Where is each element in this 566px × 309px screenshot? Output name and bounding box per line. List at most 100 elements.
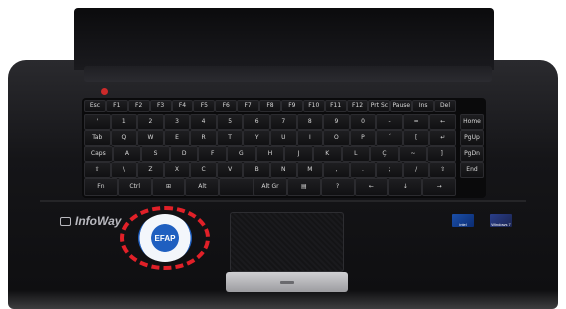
key-row0-5[interactable]: F5 — [193, 100, 216, 112]
key-row2-3[interactable]: E — [163, 130, 191, 146]
key-row4-12[interactable]: / — [402, 162, 430, 178]
key-row0-2[interactable]: F2 — [127, 100, 150, 112]
key-row0-10[interactable]: F10 — [302, 100, 325, 112]
key-row4-13[interactable]: ⇧ — [429, 162, 456, 178]
hinge — [84, 66, 492, 82]
key-row1-4[interactable]: 4 — [190, 114, 217, 130]
key-row1-12[interactable]: = — [402, 114, 430, 130]
key-row2-1[interactable]: Q — [110, 130, 138, 146]
key-row4-6[interactable]: B — [243, 162, 270, 178]
key-row0-12[interactable]: F12 — [346, 100, 369, 112]
key-row2-8[interactable]: I — [296, 130, 324, 146]
palmrest — [40, 200, 526, 202]
key-row0-0[interactable]: Esc — [84, 100, 106, 112]
key-row1-10[interactable]: 0 — [349, 114, 377, 130]
key-row1-5[interactable]: 5 — [216, 114, 244, 130]
key-row2-5[interactable]: T — [216, 130, 244, 146]
key-row0-9[interactable]: F9 — [280, 100, 303, 112]
brand-logo: InfoWay — [60, 214, 121, 228]
key-row2-4[interactable]: R — [190, 130, 217, 146]
side-key-3[interactable]: End — [460, 162, 484, 178]
efap-badge: EFAP — [138, 214, 192, 262]
key-row0-11[interactable]: F11 — [324, 100, 347, 112]
key-row2-9[interactable]: O — [323, 130, 350, 146]
key-row2-12[interactable]: [ — [402, 130, 430, 146]
key-row4-8[interactable]: M — [296, 162, 324, 178]
key-row4-5[interactable]: V — [216, 162, 244, 178]
bottom-edge — [0, 290, 566, 309]
key-row3-12[interactable]: ] — [427, 146, 456, 162]
key-row3-2[interactable]: S — [141, 146, 170, 162]
key-row4-7[interactable]: N — [270, 162, 297, 178]
key-row0-8[interactable]: F8 — [259, 100, 281, 112]
intel-sticker-label: intel — [459, 222, 467, 227]
keyboard: Esc F1 F2 F3 F4 F5 F6 F7 F8 F9 F10 F11 F12 Prt Sc Paus… — [82, 98, 486, 198]
key-row3-9[interactable]: L — [341, 146, 371, 162]
key-row0-4[interactable]: F4 — [171, 100, 194, 112]
side-key-1[interactable]: PgUp — [460, 130, 484, 146]
key-row1-11[interactable]: - — [376, 114, 403, 130]
key-row5-5[interactable]: Alt Gr — [253, 178, 287, 196]
key-row1-3[interactable]: 3 — [163, 114, 191, 130]
key-row3-5[interactable]: G — [227, 146, 256, 162]
key-row3-7[interactable]: J — [284, 146, 313, 162]
key-row1-8[interactable]: 8 — [296, 114, 324, 130]
key-row4-10[interactable]: . — [349, 162, 377, 178]
key-row2-6[interactable]: Y — [243, 130, 270, 146]
brand-mark-icon — [60, 216, 71, 226]
key-row2-0[interactable]: Tab — [84, 130, 111, 146]
key-row1-13[interactable]: ← — [429, 114, 456, 130]
key-row1-2[interactable]: 2 — [137, 114, 164, 130]
brand-name: InfoWay — [75, 214, 122, 228]
key-row2-11[interactable]: ´ — [376, 130, 403, 146]
key-row3-6[interactable]: H — [255, 146, 285, 162]
key-row5-7[interactable]: ? — [320, 178, 355, 196]
key-row2-7[interactable]: U — [270, 130, 297, 146]
key-row3-10[interactable]: Ç — [370, 146, 399, 162]
key-row5-3[interactable]: Alt — [185, 178, 220, 196]
key-row1-1[interactable]: 1 — [110, 114, 138, 130]
key-row5-0[interactable]: Fn — [84, 178, 118, 196]
key-row1-6[interactable]: 6 — [243, 114, 270, 130]
intel-sticker: intel — [452, 214, 474, 227]
touchpad[interactable] — [230, 212, 344, 272]
key-row4-2[interactable]: Z — [137, 162, 164, 178]
key-row4-9[interactable]: , — [323, 162, 350, 178]
key-row0-15[interactable]: Ins — [412, 100, 435, 112]
key-row0-3[interactable]: F3 — [149, 100, 172, 112]
power-button-icon[interactable] — [101, 88, 108, 95]
key-row2-13[interactable]: ↵ — [429, 130, 456, 146]
key-row4-1[interactable]: \ — [110, 162, 138, 178]
key-row4-11[interactable]: ; — [376, 162, 403, 178]
windows-sticker-label: Windows 7 — [491, 222, 511, 227]
key-row0-6[interactable]: F6 — [215, 100, 238, 112]
key-row4-0[interactable]: ⇧ — [84, 162, 111, 178]
key-row3-3[interactable]: D — [169, 146, 199, 162]
key-row1-9[interactable]: 9 — [323, 114, 350, 130]
key-row5-10[interactable]: → — [422, 178, 456, 196]
key-row3-4[interactable]: F — [198, 146, 228, 162]
key-row2-2[interactable]: W — [137, 130, 164, 146]
key-row3-0[interactable]: Caps — [84, 146, 113, 162]
side-key-0[interactable]: Home — [460, 114, 484, 130]
key-row0-1[interactable]: F1 — [105, 100, 128, 112]
key-row3-11[interactable]: ~ — [398, 146, 428, 162]
key-row0-7[interactable]: F7 — [237, 100, 260, 112]
key-row5-2[interactable]: ⊞ — [151, 178, 186, 196]
laptop-photo: Esc F1 F2 F3 F4 F5 F6 F7 F8 F9 F10 F11 F12 Prt Sc Paus… — [0, 0, 566, 309]
key-row5-6[interactable]: ▤ — [286, 178, 321, 196]
side-key-2[interactable]: PgDn — [460, 146, 484, 162]
key-row3-1[interactable]: A — [112, 146, 142, 162]
key-row4-3[interactable]: X — [163, 162, 191, 178]
key-row1-0[interactable]: ' — [84, 114, 111, 130]
key-row3-8[interactable]: K — [312, 146, 342, 162]
key-row2-10[interactable]: P — [349, 130, 377, 146]
key-row0-13[interactable]: Prt Sc — [368, 100, 391, 112]
key-row5-9[interactable]: ↓ — [388, 178, 423, 196]
key-row0-16[interactable]: Del — [434, 100, 456, 112]
key-row5-8[interactable]: ← — [354, 178, 389, 196]
key-row4-4[interactable]: C — [190, 162, 217, 178]
key-row0-14[interactable]: Pause — [390, 100, 413, 112]
key-row1-7[interactable]: 7 — [270, 114, 297, 130]
key-row5-1[interactable]: Ctrl — [117, 178, 152, 196]
